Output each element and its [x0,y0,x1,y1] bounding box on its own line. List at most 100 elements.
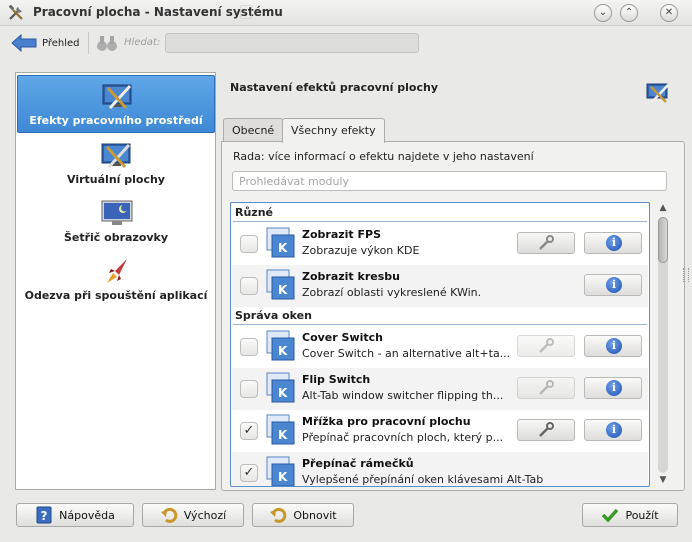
maximize-button[interactable]: ⌃ [620,4,638,22]
configure-button[interactable] [517,232,575,254]
wrench-icon [539,338,554,353]
settings-tools-icon[interactable] [7,4,25,22]
wrench-icon [539,422,554,437]
toolbar: Přehled Hledat: [0,26,692,60]
hint-text: Rada: více informací o efektu najdete v … [233,150,534,163]
category-label: Odezva při spouštění aplikací [24,289,208,302]
effect-description: Zobrazí oblasti vykreslené KWin. [302,286,482,299]
effect-checkbox[interactable] [240,277,258,295]
effect-checkbox[interactable]: ✓ [240,464,258,482]
effect-description: Alt-Tab window switcher flipping th... [302,389,504,402]
group-divider [233,324,647,325]
effect-row: K Zobrazit FPS Zobrazuje výkon KDE i [232,223,648,265]
info-button[interactable]: i [584,232,642,254]
category-label: Virtuální plochy [67,173,165,186]
effect-checkbox[interactable] [240,380,258,398]
back-arrow-icon [11,34,37,52]
group-header: Správa oken [235,309,312,322]
reset-icon [270,507,287,523]
effect-name: Mřížka pro pracovní plochu [302,415,471,428]
reset-label: Obnovit [293,508,337,522]
splitter-handle[interactable] [683,268,689,282]
svg-text:K: K [278,344,288,358]
configure-button[interactable] [517,335,575,357]
wrench-icon [539,380,554,395]
info-button[interactable]: i [584,274,642,296]
effect-name: Flip Switch [302,373,371,386]
effect-name: Zobrazit kresbu [302,270,400,283]
info-button[interactable]: i [584,335,642,357]
overview-button[interactable]: Přehled [10,31,80,55]
kwin-effect-icon: K [266,269,295,300]
kwin-effect-icon: K [266,372,295,403]
wrench-icon [539,235,554,250]
effects-list: Různé K Zobrazit FPS Zobrazuje výkon KDE… [230,202,650,487]
info-icon: i [606,235,622,251]
svg-text:?: ? [41,509,48,523]
effect-checkbox[interactable]: ✓ [240,422,258,440]
search-input[interactable] [165,33,419,53]
category-virtual-desktops[interactable]: Virtuální plochy [17,135,215,193]
close-button[interactable]: ✕ [660,4,678,22]
help-icon: ? [36,506,52,524]
desktop-effects-icon [102,84,132,110]
virtual-desktops-icon [101,143,131,169]
category-label: Efekty pracovního prostředí [29,114,203,127]
defaults-label: Výchozí [183,508,227,522]
category-desktop-effects[interactable]: Efekty pracovního prostředí [17,75,215,133]
tab-all-effects[interactable]: Všechny efekty [282,118,385,143]
search-label: Hledat: [124,37,161,48]
launch-feedback-icon [107,259,127,283]
effect-description: Zobrazuje výkon KDE [302,244,420,257]
filter-input[interactable]: Prohledávat moduly [232,171,667,191]
svg-text:K: K [278,386,288,400]
effect-description: Vylepšené přepínání oken klávesami Alt-T… [302,473,544,486]
effect-description: Přepínač pracovních ploch, který p... [302,431,504,444]
binoculars-icon [97,36,117,51]
pin-icon[interactable] [240,5,252,19]
svg-text:K: K [278,428,288,442]
effect-name: Cover Switch [302,331,383,344]
apply-button[interactable]: Použít [582,503,678,527]
screensaver-icon [101,200,133,225]
help-button[interactable]: ? Nápověda [16,503,134,527]
scroll-thumb[interactable] [658,217,668,263]
category-screensaver[interactable]: Šetřič obrazovky [17,193,215,251]
info-button[interactable]: i [584,377,642,399]
desktop-effects-icon [646,83,669,103]
group-header: Různé [235,206,273,219]
effect-name: Zobrazit FPS [302,228,382,241]
svg-text:K: K [278,241,288,255]
scroll-up-icon[interactable]: ▲ [656,203,670,215]
scroll-down-icon[interactable]: ▼ [656,475,670,487]
effect-row: ✓ K Přepínač rámečků Vylepšené přepínání… [232,452,648,486]
svg-text:K: K [278,283,288,297]
checkmark-icon [602,508,619,523]
category-list: Efekty pracovního prostředí Virtuální pl… [15,72,216,490]
configure-button[interactable] [517,419,575,441]
apply-label: Použít [625,508,659,522]
info-icon: i [606,277,622,293]
effects-scrollbar[interactable]: ▲ ▼ [656,203,670,487]
tab-general[interactable]: Obecné [223,118,284,142]
info-icon: i [606,422,622,438]
effect-row: ✓ K Mřížka pro pracovní plochu Přepínač … [232,410,648,452]
effect-checkbox[interactable] [240,235,258,253]
info-button[interactable]: i [584,419,642,441]
defaults-button[interactable]: Výchozí [142,503,244,527]
page-title: Nastavení efektů pracovní plochy [230,81,438,94]
category-launch-feedback[interactable]: Odezva při spouštění aplikací [17,251,215,309]
configure-button[interactable] [517,377,575,399]
effect-checkbox[interactable] [240,338,258,356]
group-divider [233,221,647,222]
kwin-effect-icon: K [266,330,295,361]
effect-description: Cover Switch - an alternative alt+ta... [302,347,511,360]
kwin-effect-icon: K [266,227,295,258]
effect-row: K Cover Switch Cover Switch - an alterna… [232,326,648,368]
overview-label: Přehled [42,37,80,49]
minimize-button[interactable]: ⌄ [594,4,612,22]
kwin-effect-icon: K [266,414,295,445]
effect-name: Přepínač rámečků [302,457,414,470]
reset-button[interactable]: Obnovit [252,503,354,527]
svg-text:K: K [278,470,288,484]
